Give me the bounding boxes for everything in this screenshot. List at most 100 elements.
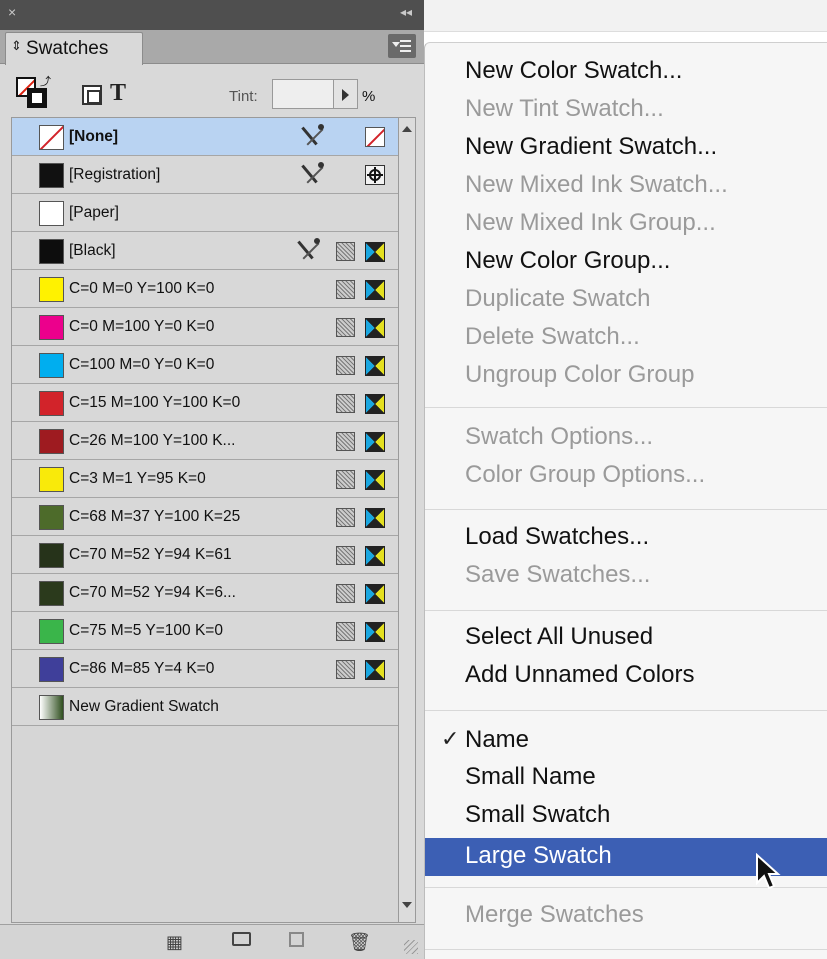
swatch-row[interactable]: C=68 M=37 Y=100 K=25: [12, 498, 398, 536]
menu-item-new-gradient-swatch[interactable]: New Gradient Swatch...: [465, 133, 717, 161]
swatch-row[interactable]: C=0 M=0 Y=100 K=0: [12, 270, 398, 308]
swatch-name: [None]: [69, 128, 119, 145]
swatch-chip: [39, 315, 64, 340]
swatch-row[interactable]: C=3 M=1 Y=95 K=0: [12, 460, 398, 498]
panel-tab-row: ⇕ Swatches: [0, 30, 424, 65]
swatch-name: C=86 M=85 Y=4 K=0: [69, 660, 215, 677]
menu-separator: [425, 509, 827, 510]
dropdown-arrow-icon: [392, 42, 400, 47]
menu-separator: [425, 710, 827, 711]
scroll-down-icon[interactable]: [402, 902, 412, 908]
panel-menu-button[interactable]: [388, 34, 416, 58]
swatch-name: [Registration]: [69, 166, 161, 183]
menu-item-name[interactable]: Name: [465, 726, 529, 754]
swatch-name: [Black]: [69, 242, 116, 259]
menu-item-color-group-options: Color Group Options...: [465, 461, 706, 488]
cmyk-mode-icon: [365, 584, 385, 604]
swatch-row[interactable]: C=86 M=85 Y=4 K=0: [12, 650, 398, 688]
swatch-chip: [39, 277, 64, 302]
stroke-icon[interactable]: [27, 88, 47, 108]
menu-item-merge-swatches: Merge Swatches: [465, 901, 644, 928]
swatch-row[interactable]: C=70 M=52 Y=94 K=61: [12, 536, 398, 574]
swatch-chip: [39, 543, 64, 568]
process-color-icon: [336, 584, 355, 603]
resize-grip-icon[interactable]: [404, 940, 418, 954]
show-swatch-kinds-icon[interactable]: ▦: [166, 932, 183, 953]
none-mode-icon: [365, 127, 385, 147]
swatch-chip: [39, 657, 64, 682]
process-color-icon: [336, 356, 355, 375]
percent-label: %: [362, 88, 376, 105]
swatch-row[interactable]: C=26 M=100 Y=100 K...: [12, 422, 398, 460]
swatch-row[interactable]: C=75 M=5 Y=100 K=0: [12, 612, 398, 650]
cmyk-mode-icon: [365, 280, 385, 300]
formatting-container-icon[interactable]: [82, 85, 102, 105]
swatch-chip: [39, 125, 64, 150]
swatch-chip: [39, 505, 64, 530]
trash-icon[interactable]: 🗑: [348, 932, 371, 953]
swatch-row[interactable]: C=70 M=52 Y=94 K=6...: [12, 574, 398, 612]
no-edit-icon: [301, 162, 328, 188]
cmyk-mode-icon: [365, 356, 385, 376]
close-icon[interactable]: ×: [8, 4, 16, 20]
tint-slider-button[interactable]: [334, 79, 358, 109]
new-swatch-icon[interactable]: [289, 932, 304, 947]
swatch-row-registration[interactable]: [Registration]: [12, 156, 398, 194]
swatch-chip: [39, 581, 64, 606]
menu-item-duplicate-swatch: Duplicate Swatch: [465, 285, 651, 312]
cmyk-mode-icon: [365, 508, 385, 528]
swatch-row[interactable]: C=100 M=0 Y=0 K=0: [12, 346, 398, 384]
tab-swatches[interactable]: ⇕ Swatches: [5, 32, 143, 65]
tint-input[interactable]: [272, 79, 334, 109]
swatch-row-gradient[interactable]: New Gradient Swatch: [12, 688, 398, 726]
menu-item-add-unnamed-colors[interactable]: Add Unnamed Colors: [465, 661, 694, 689]
menu-item-new-color-group[interactable]: New Color Group...: [465, 247, 670, 275]
menu-item-delete-swatch: Delete Swatch...: [465, 323, 640, 350]
process-color-icon: [336, 470, 355, 489]
process-color-icon: [336, 508, 355, 527]
swatch-row[interactable]: C=15 M=100 Y=100 K=0: [12, 384, 398, 422]
menu-item-ungroup-color-group: Ungroup Color Group: [465, 361, 695, 388]
cmyk-mode-icon: [365, 622, 385, 642]
swatch-name: C=68 M=37 Y=100 K=25: [69, 508, 241, 525]
cmyk-mode-icon: [365, 394, 385, 414]
menu-separator: [425, 407, 827, 408]
swatch-chip: [39, 239, 64, 264]
swatch-row-black[interactable]: [Black]: [12, 232, 398, 270]
no-edit-icon: [301, 124, 328, 150]
tint-label: Tint:: [229, 88, 258, 105]
menu-item-new-mixed-ink-group: New Mixed Ink Group...: [465, 209, 716, 236]
mouse-cursor-icon: [756, 853, 781, 890]
registration-icon: [365, 165, 385, 185]
menu-item-select-all-unused[interactable]: Select All Unused: [465, 623, 653, 651]
swatch-row-paper[interactable]: [Paper]: [12, 194, 398, 232]
collapse-icon[interactable]: ◂◂: [400, 5, 412, 19]
swatch-row[interactable]: C=0 M=100 Y=0 K=0: [12, 308, 398, 346]
tab-label: Swatches: [26, 38, 109, 59]
swap-arrow-icon[interactable]: ⤴: [40, 73, 51, 89]
swatch-chip: [39, 619, 64, 644]
swatch-name: C=26 M=100 Y=100 K...: [69, 432, 236, 449]
fill-stroke-icon[interactable]: ⤴: [16, 76, 51, 109]
updown-icon: ⇕: [11, 39, 22, 54]
swatch-name: C=0 M=100 Y=0 K=0: [69, 318, 215, 335]
swatch-row-none[interactable]: [None]: [12, 118, 398, 156]
menu-item-new-color-swatch[interactable]: New Color Swatch...: [465, 57, 682, 85]
swatch-list-scrollbar[interactable]: [399, 117, 416, 923]
formatting-text-icon[interactable]: T: [110, 80, 126, 107]
process-color-icon: [336, 394, 355, 413]
menu-separator: [425, 949, 827, 950]
process-color-icon: [336, 622, 355, 641]
cmyk-mode-icon: [365, 242, 385, 262]
scroll-up-icon[interactable]: [402, 126, 412, 132]
menu-item-small-swatch[interactable]: Small Swatch: [465, 801, 610, 829]
menu-item-small-name[interactable]: Small Name: [465, 763, 596, 791]
new-color-group-icon[interactable]: [232, 932, 251, 946]
swatch-name: C=70 M=52 Y=94 K=61: [69, 546, 232, 563]
menu-item-load-swatches[interactable]: Load Swatches...: [465, 523, 649, 551]
process-color-icon: [336, 318, 355, 337]
swatch-name: C=70 M=52 Y=94 K=6...: [69, 584, 236, 601]
cmyk-mode-icon: [365, 432, 385, 452]
menu-item-new-tint-swatch: New Tint Swatch...: [465, 95, 664, 122]
swatches-panel: × ◂◂ ⇕ Swatches ⤴ T Tint: % [None] [Regi…: [0, 0, 424, 959]
